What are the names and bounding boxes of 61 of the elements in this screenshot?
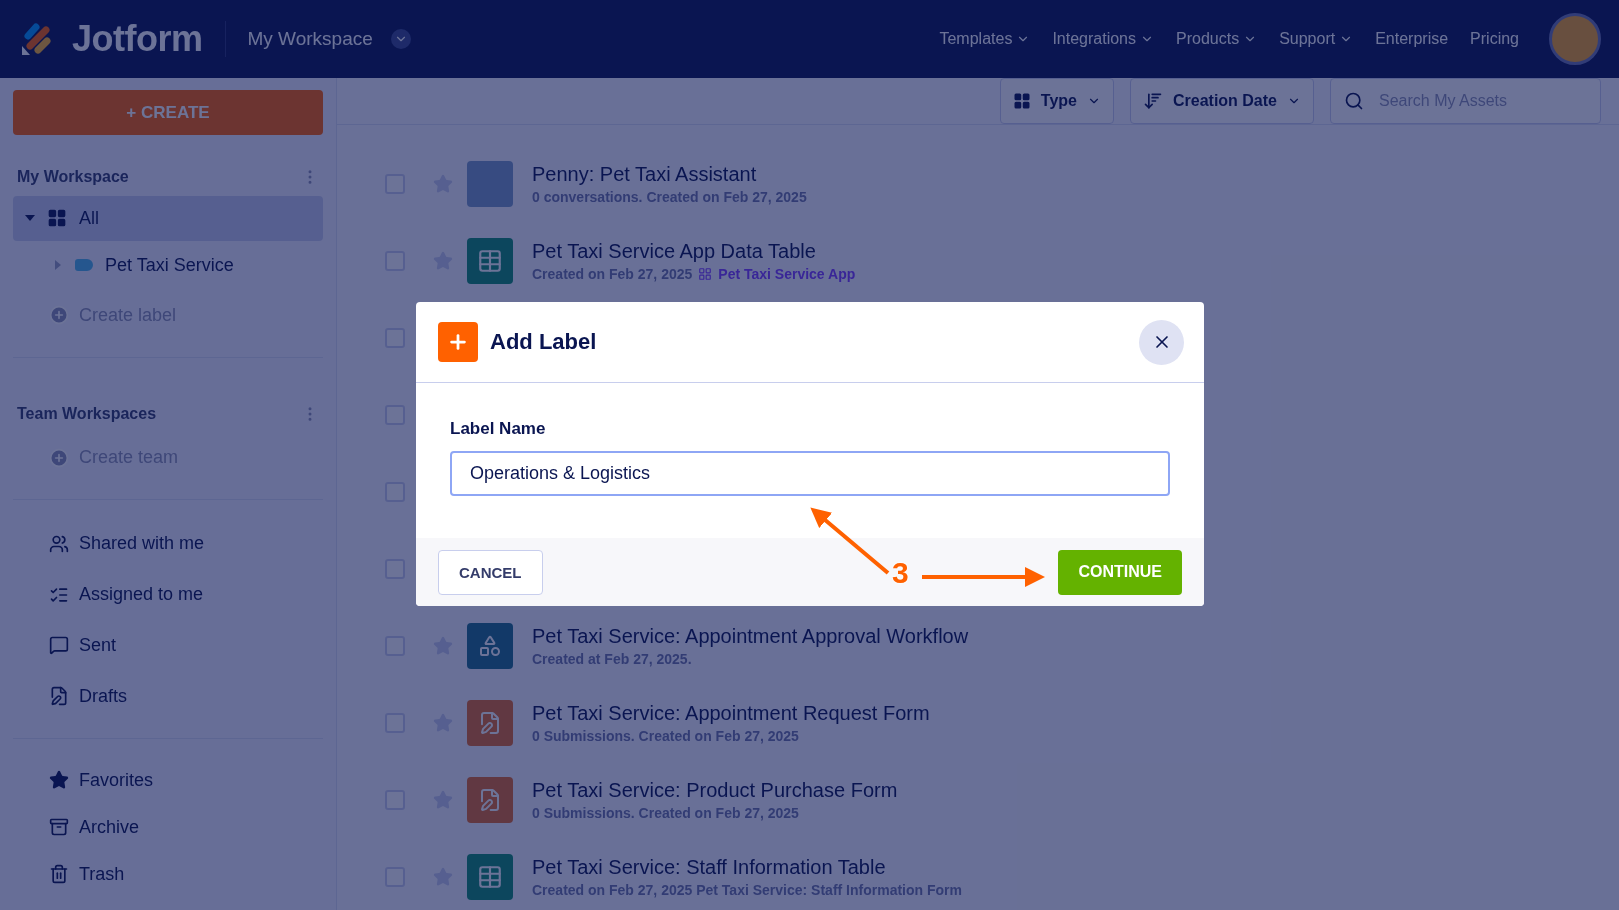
app-icon (698, 266, 713, 281)
form-icon (467, 776, 513, 823)
table-icon (467, 237, 513, 284)
tree-item[interactable]: Pet Taxi Service (13, 242, 323, 288)
nav-item[interactable]: Assigned to me (79, 584, 204, 606)
archive-icon (49, 817, 69, 838)
chevron-down-icon[interactable] (390, 29, 411, 49)
asset-title[interactable]: Pet Taxi Service App Data Table (532, 239, 856, 263)
asset-title[interactable]: Pet Taxi Service: Appointment Request Form (532, 701, 930, 725)
expand-caret-icon[interactable] (55, 260, 61, 271)
close-button[interactable] (1139, 319, 1184, 365)
add-icon[interactable] (49, 305, 69, 326)
nav-link[interactable]: Support (1279, 30, 1354, 48)
logo-icon (20, 22, 54, 56)
nav-item[interactable]: Trash (79, 863, 125, 885)
create-button[interactable]: + CREATE (13, 90, 323, 136)
section-title: Team Workspaces (17, 404, 157, 423)
nav-item[interactable]: Favorites (79, 769, 154, 791)
nav-item[interactable]: Shared with me (79, 533, 205, 555)
field-label: Label Name (450, 419, 547, 439)
document-icon (49, 686, 69, 707)
nav-link[interactable]: Integrations (1052, 30, 1154, 48)
app-link[interactable]: Pet Taxi Service App (718, 265, 856, 282)
workflow-icon (467, 622, 513, 669)
label-name-field[interactable]: Operations & Logistics (450, 451, 1170, 496)
grid-icon (1012, 92, 1031, 110)
step-number: 3 (892, 556, 909, 590)
avatar[interactable] (1549, 13, 1601, 65)
star-icon (49, 770, 69, 791)
expand-caret-icon[interactable] (25, 215, 35, 222)
nav-link[interactable]: Pricing (1470, 30, 1519, 48)
brand-name: Jotform (72, 18, 203, 60)
nav-item[interactable]: Sent (79, 634, 117, 656)
asset-title[interactable]: Pet Taxi Service: Product Purchase Form (532, 778, 898, 802)
asset-title[interactable]: Pet Taxi Service: Appointment Approval Workflow (532, 624, 969, 648)
trash-icon (49, 864, 69, 885)
cancel-button[interactable]: CANCEL (438, 549, 543, 595)
nav-link[interactable]: Products (1176, 30, 1258, 48)
add-icon[interactable] (49, 447, 69, 468)
sort-icon (1142, 91, 1163, 111)
nav-link[interactable]: Templates (939, 30, 1031, 48)
table-icon (467, 853, 513, 900)
workspace-name[interactable]: My Workspace (247, 28, 373, 50)
message-icon (49, 635, 69, 656)
label-tag-icon (75, 259, 93, 272)
nav-link[interactable]: Enterprise (1375, 30, 1449, 48)
nav-item[interactable]: Drafts (79, 685, 127, 707)
section-title: My Workspace (17, 167, 129, 186)
asset-title[interactable]: Pet Taxi Service: Staff Information Table (532, 855, 962, 879)
grid-icon (47, 208, 67, 229)
form-icon (467, 699, 513, 746)
users-icon (49, 533, 69, 554)
sort-button[interactable]: Creation Date (1129, 78, 1314, 124)
add-icon (438, 322, 478, 362)
tree-item[interactable]: All (13, 195, 323, 241)
nav-item[interactable]: Archive (79, 816, 140, 838)
dialog-title: Add Label (490, 329, 597, 355)
type-filter-button[interactable]: Type (999, 78, 1114, 124)
continue-button[interactable]: CONTINUE (1058, 549, 1182, 595)
asset-title[interactable]: Penny: Pet Taxi Assistant (532, 162, 807, 186)
photo-placeholder (467, 160, 513, 207)
